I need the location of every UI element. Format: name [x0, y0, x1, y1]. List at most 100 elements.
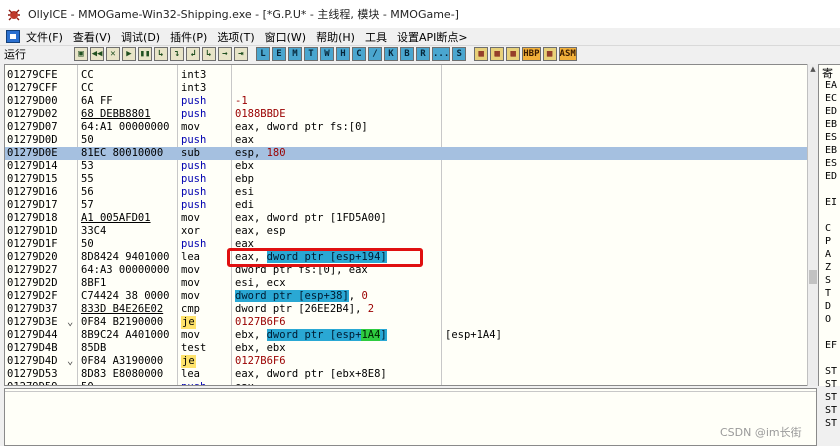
- disasm-row[interactable]: 01279D4D ⌄ 0F84 A3190000 je 0127B6F6: [5, 355, 816, 368]
- window-button-2[interactable]: M: [288, 47, 302, 61]
- window-button-0[interactable]: L: [256, 47, 270, 61]
- register-name: ST: [825, 405, 838, 416]
- menu-set-api-breakpoint[interactable]: 设置API断点>: [397, 29, 468, 45]
- registers-pane[interactable]: 寄 EA EC ED EB ES EB ES ED EI C P A Z S T D O EF ST ST ST ST ST: [818, 64, 840, 429]
- plugin-button-4[interactable]: ▦: [542, 47, 557, 61]
- register-name: EA: [825, 80, 838, 91]
- scroll-thumb[interactable]: [809, 270, 817, 284]
- disasm-row[interactable]: 01279D15 55 push ebp: [5, 173, 816, 186]
- disasm-row[interactable]: 01279CFE CC int3: [5, 69, 816, 82]
- operands-cell: -1: [235, 95, 445, 108]
- comment-cell: [445, 160, 745, 173]
- disasm-row[interactable]: 01279D5950pusheax: [5, 381, 816, 385]
- operand-part: eax, dword ptr [ebx+8E8]: [235, 368, 387, 380]
- menu-debug[interactable]: 调试(D): [121, 29, 160, 45]
- jump-arrow: [67, 368, 77, 381]
- menu-window[interactable]: 窗口(W): [265, 29, 306, 45]
- operand-part: edi: [235, 199, 254, 211]
- menu-view[interactable]: 查看(V): [73, 29, 111, 45]
- window-button-4[interactable]: W: [320, 47, 334, 61]
- mnemonic-cell: je: [181, 316, 196, 329]
- disasm-row[interactable]: 01279D2D 8BF1 mov esi, ecx: [5, 277, 816, 290]
- disasm-row[interactable]: 01279D1D 33C4 xor eax, esp: [5, 225, 816, 238]
- jump-arrow: [67, 251, 77, 264]
- debug-button-2[interactable]: ✕: [106, 47, 120, 61]
- info-pane[interactable]: [4, 388, 817, 446]
- debug-button-5[interactable]: ↳: [154, 47, 168, 61]
- disasm-row[interactable]: 01279D53 8D83 E8080000 lea eax, dword ptr […: [5, 368, 816, 381]
- disasm-row[interactable]: 01279D0D 50 push eax: [5, 134, 816, 147]
- disasm-row[interactable]: 01279D14 53 push ebx: [5, 160, 816, 173]
- register-name: Z: [825, 262, 832, 273]
- register-name: [819, 209, 840, 222]
- disasm-row[interactable]: 01279D37 833D B4E26E02 cmp dword ptr [26EE2…: [5, 303, 816, 316]
- comment-cell: [445, 173, 745, 186]
- hex-dump-cell: 64:A1 00000000: [81, 121, 170, 133]
- hex-dump-cell: A1 005AFD01: [81, 212, 151, 224]
- operands-cell: [235, 82, 445, 95]
- disassembly-scrollbar[interactable]: ▲: [807, 64, 818, 386]
- menu-tools[interactable]: 工具: [365, 29, 387, 45]
- window-button-3[interactable]: T: [304, 47, 318, 61]
- debug-button-7[interactable]: ↲: [186, 47, 200, 61]
- window-button-11[interactable]: ...: [432, 47, 451, 61]
- menu-plugins[interactable]: 插件(P): [170, 29, 207, 45]
- debug-button-4[interactable]: ▮▮: [138, 47, 152, 61]
- window-letter-buttons: L E M T W H C / K B R... S: [256, 47, 468, 61]
- window-button-5[interactable]: H: [336, 47, 350, 61]
- ollyice-bug-icon: [8, 9, 20, 21]
- operands-cell: ebx, dword ptr [esp+1A4]: [235, 329, 445, 342]
- disasm-row[interactable]: 01279D16 56 push esi: [5, 186, 816, 199]
- hex-dump-cell: 56: [81, 186, 94, 198]
- debug-button-8[interactable]: ↳: [202, 47, 216, 61]
- window-button-10[interactable]: R: [416, 47, 430, 61]
- debug-button-6[interactable]: ↴: [170, 47, 184, 61]
- jump-arrow: [67, 147, 77, 160]
- debug-button-3[interactable]: ▶: [122, 47, 136, 61]
- disassembly-pane[interactable]: 01279CFE CC int3 01279CFF CC int3 01279D00 6A F…: [4, 64, 817, 386]
- window-button-12[interactable]: S: [452, 47, 467, 61]
- window-button-1[interactable]: E: [272, 47, 286, 61]
- debug-button-1[interactable]: ◀◀: [90, 47, 104, 61]
- operands-cell: esi, ecx: [235, 277, 445, 290]
- window-button-6[interactable]: C: [352, 47, 366, 61]
- disasm-row[interactable]: 01279D3E ⌄ 0F84 B2190000 je 0127B6F6: [5, 316, 816, 329]
- hex-dump-cell: 55: [81, 173, 94, 185]
- plugin-button-2[interactable]: ▦: [506, 47, 521, 61]
- debug-button-0[interactable]: ▣: [74, 47, 88, 61]
- disasm-row[interactable]: 01279D17 57 push edi: [5, 199, 816, 212]
- disasm-row[interactable]: 01279D07 64:A1 00000000 mov eax, dword ptr …: [5, 121, 816, 134]
- disasm-row[interactable]: 01279D02 68 DEBB8801 push 0188BBDE: [5, 108, 816, 121]
- hex-dump-cell: 0F84 B2190000: [81, 316, 164, 328]
- plugin-button-0[interactable]: ▦: [474, 47, 489, 61]
- plugin-button-1[interactable]: ▦: [490, 47, 505, 61]
- window-button-8[interactable]: K: [384, 47, 398, 61]
- register-name: ST: [825, 418, 838, 429]
- disasm-row[interactable]: 01279CFF CC int3: [5, 82, 816, 95]
- plugin-button-5[interactable]: ASM: [558, 47, 577, 61]
- mnemonic-cell: push: [181, 134, 207, 146]
- menu-file[interactable]: 文件(F): [26, 29, 63, 45]
- register-name: ES: [825, 132, 838, 143]
- disasm-row[interactable]: 01279D4B 85DB test ebx, ebx: [5, 342, 816, 355]
- jump-arrow: ⌄: [67, 316, 74, 328]
- scroll-up-icon[interactable]: ▲: [808, 64, 818, 74]
- operand-part: esi, ecx: [235, 277, 286, 289]
- menu-help[interactable]: 帮助(H): [316, 29, 355, 45]
- disasm-row[interactable]: 01279D18 A1 005AFD01 mov eax, dword ptr [1F…: [5, 212, 816, 225]
- debug-button-9[interactable]: →: [218, 47, 232, 61]
- window-button-9[interactable]: B: [400, 47, 414, 61]
- disasm-row[interactable]: 01279D0E 81EC 80010000 sub esp, 180: [5, 147, 816, 160]
- cpu-window-icon[interactable]: [6, 30, 20, 43]
- disasm-row[interactable]: 01279D00 6A FF push -1: [5, 95, 816, 108]
- menu-options[interactable]: 选项(T): [217, 29, 254, 45]
- operand-part: 0188BBDE: [235, 108, 286, 120]
- debug-button-10[interactable]: ⇥: [234, 47, 248, 61]
- register-name: EF: [825, 340, 838, 351]
- disasm-row[interactable]: 01279D44 8B9C24 A401000 mov ebx, dword ptr …: [5, 329, 816, 342]
- plugin-button-3[interactable]: HBP: [522, 47, 541, 61]
- jump-arrow: [67, 264, 77, 277]
- operand-part: dword ptr [esp+38]: [235, 290, 349, 302]
- disasm-row[interactable]: 01279D2F C74424 38 0000 mov dword ptr [esp+…: [5, 290, 816, 303]
- window-button-7[interactable]: /: [368, 47, 382, 61]
